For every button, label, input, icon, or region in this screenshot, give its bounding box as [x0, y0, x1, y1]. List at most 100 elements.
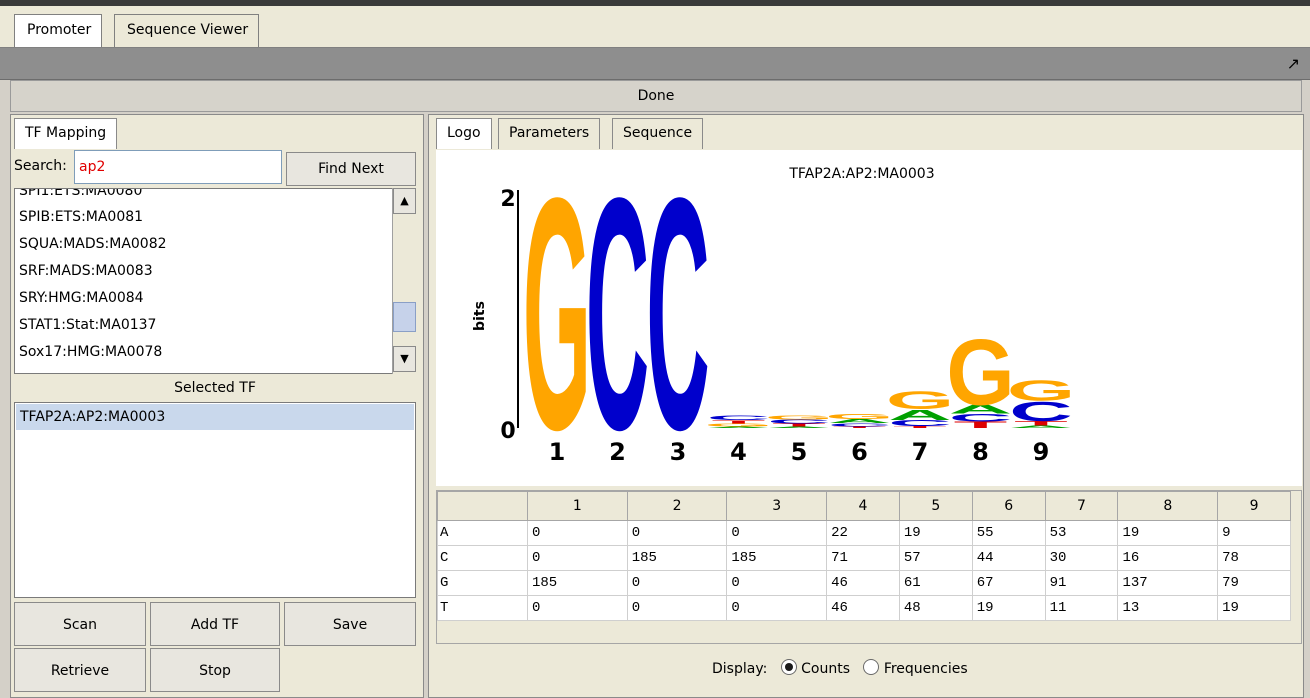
matrix-cell[interactable]: 19	[1117, 520, 1219, 546]
logo-letter: G	[825, 413, 893, 421]
matrix-cell[interactable]: 13	[1117, 595, 1219, 621]
matrix-cell[interactable]: 57	[898, 545, 973, 571]
list-item[interactable]: STAT1:Stat:MA0137	[19, 317, 156, 333]
matrix-corner-header	[437, 491, 528, 521]
scroll-up-icon[interactable]: ▲	[393, 188, 416, 214]
position-label: 2	[609, 438, 626, 466]
matrix-cell[interactable]: 19	[1217, 595, 1291, 621]
logo-letter: G	[1007, 375, 1075, 407]
matrix-column-header: 1	[527, 491, 628, 521]
matrix-column-header: 4	[826, 491, 900, 521]
row-label: G	[437, 570, 528, 596]
search-label: Search:	[14, 158, 67, 174]
list-item[interactable]: SRY:HMG:MA0084	[19, 290, 144, 306]
position-label: 9	[1033, 438, 1050, 466]
status-done-text: Done	[637, 88, 675, 104]
scroll-thumb[interactable]	[393, 302, 416, 332]
add-tf-button[interactable]: Add TF	[150, 602, 280, 646]
display-options: Display: Counts Frequencies	[712, 659, 968, 677]
tab-sequence-viewer[interactable]: Sequence Viewer	[114, 14, 260, 47]
logo-letter: G	[765, 414, 833, 420]
frequencies-label[interactable]: Frequencies	[884, 661, 968, 677]
tab-sequence[interactable]: Sequence	[612, 118, 704, 149]
selected-tf-item[interactable]: TFAP2A:AP2:MA0003	[16, 404, 414, 430]
matrix-cell[interactable]: 0	[726, 570, 828, 596]
display-label: Display:	[712, 661, 768, 677]
stop-button[interactable]: Stop	[150, 648, 280, 692]
matrix-cell[interactable]: 11	[1044, 595, 1119, 621]
matrix-cell[interactable]: 91	[1044, 570, 1119, 596]
find-next-button[interactable]: Find Next	[286, 152, 416, 186]
position-label: 6	[851, 438, 868, 466]
matrix-cell[interactable]: 44	[971, 545, 1046, 571]
matrix-cell[interactable]: 0	[527, 545, 628, 571]
scroll-down-icon[interactable]: ▼	[393, 346, 416, 372]
matrix-column-header: 5	[898, 491, 973, 521]
scan-button[interactable]: Scan	[14, 602, 146, 646]
tab-parameters[interactable]: Parameters	[498, 118, 601, 149]
matrix-cell[interactable]: 46	[826, 570, 900, 596]
save-button[interactable]: Save	[284, 602, 416, 646]
matrix-cell[interactable]: 0	[626, 520, 728, 546]
sequence-logo: TFAP2A:AP2:MA0003 bits 2 0 GCCAGTCATCGTC…	[472, 130, 1075, 499]
matrix-cell[interactable]: 185	[726, 545, 828, 571]
matrix-cell[interactable]: 67	[971, 570, 1046, 596]
counts-radio[interactable]	[780, 659, 797, 675]
matrix-column-header: 9	[1217, 491, 1291, 521]
count-matrix: 1 2 3 4 5 6 7 8 9 A 0 0 0 22 19 55 53 19	[436, 490, 1302, 644]
retrieve-button[interactable]: Retrieve	[14, 648, 146, 692]
matrix-cell[interactable]: 0	[527, 520, 628, 546]
matrix-column-header: 7	[1044, 491, 1119, 521]
matrix-cell[interactable]: 30	[1044, 545, 1119, 571]
list-item[interactable]: SPIB:ETS:MA0081	[19, 209, 143, 225]
matrix-cell[interactable]: 0	[527, 595, 628, 621]
matrix-cell[interactable]: 48	[898, 595, 973, 621]
logo-title: TFAP2A:AP2:MA0003	[788, 166, 934, 182]
matrix-cell[interactable]: 185	[527, 570, 628, 596]
matrix-cell[interactable]: 16	[1117, 545, 1219, 571]
matrix-cell[interactable]: 55	[971, 520, 1046, 546]
matrix-column-header: 8	[1117, 491, 1219, 521]
matrix-cell[interactable]: 0	[626, 595, 728, 621]
tab-tf-mapping[interactable]: TF Mapping	[14, 118, 118, 149]
list-item[interactable]: SPI1:ETS:MA0080	[19, 189, 142, 199]
tf-list: SPI1:ETS:MA0080 SPIB:ETS:MA0081 SQUA:MAD…	[14, 188, 416, 374]
position-label: 8	[972, 438, 989, 466]
table-row: T 0 0 0 46 48 19 11 13 19	[437, 595, 1291, 621]
list-item[interactable]: Sox17:HMG:MA0078	[19, 344, 162, 360]
tf-list-scrollbar[interactable]: ▲ ▼	[392, 188, 416, 374]
row-label: C	[437, 545, 528, 571]
matrix-cell[interactable]: 137	[1117, 570, 1219, 596]
display-mode-bar: Display: Counts Frequencies	[436, 648, 1302, 688]
matrix-cell[interactable]: 9	[1217, 520, 1291, 546]
matrix-cell[interactable]: 78	[1217, 545, 1291, 571]
matrix-cell[interactable]: 71	[826, 545, 900, 571]
selected-tf-header: Selected TF	[14, 376, 416, 402]
frequencies-radio[interactable]	[863, 659, 880, 675]
tab-logo[interactable]: Logo	[436, 118, 492, 149]
matrix-cell[interactable]: 185	[626, 545, 728, 571]
matrix-cell[interactable]: 61	[898, 570, 973, 596]
position-labels: 1 2 3 4 5 6 7 8 9	[549, 438, 1050, 466]
matrix-cell[interactable]: 46	[826, 595, 900, 621]
matrix-cell[interactable]: 22	[826, 520, 900, 546]
position-label: 1	[549, 438, 566, 466]
matrix-cell[interactable]: 53	[1044, 520, 1119, 546]
table-row: G 185 0 0 46 61 67 91 137 79	[437, 570, 1291, 596]
matrix-cell[interactable]: 19	[971, 595, 1046, 621]
search-input[interactable]	[74, 150, 282, 184]
logo-letter: G	[946, 321, 1014, 425]
matrix-cell[interactable]: 0	[726, 520, 828, 546]
list-item[interactable]: SQUA:MADS:MA0082	[19, 236, 167, 252]
expand-arrow-icon[interactable]: ↗	[1287, 54, 1300, 73]
list-item[interactable]: SRF:MADS:MA0083	[19, 263, 153, 279]
matrix-cell[interactable]: 0	[626, 570, 728, 596]
logo-letter: C	[586, 150, 649, 486]
tab-promoter[interactable]: Promoter	[14, 14, 103, 47]
matrix-cell[interactable]: 19	[898, 520, 973, 546]
counts-label[interactable]: Counts	[801, 661, 850, 677]
matrix-cell[interactable]: 79	[1217, 570, 1291, 596]
matrix-header-row: 1 2 3 4 5 6 7 8 9	[437, 491, 1291, 521]
matrix-cell[interactable]: 0	[726, 595, 828, 621]
logo-letter: C	[646, 150, 709, 486]
